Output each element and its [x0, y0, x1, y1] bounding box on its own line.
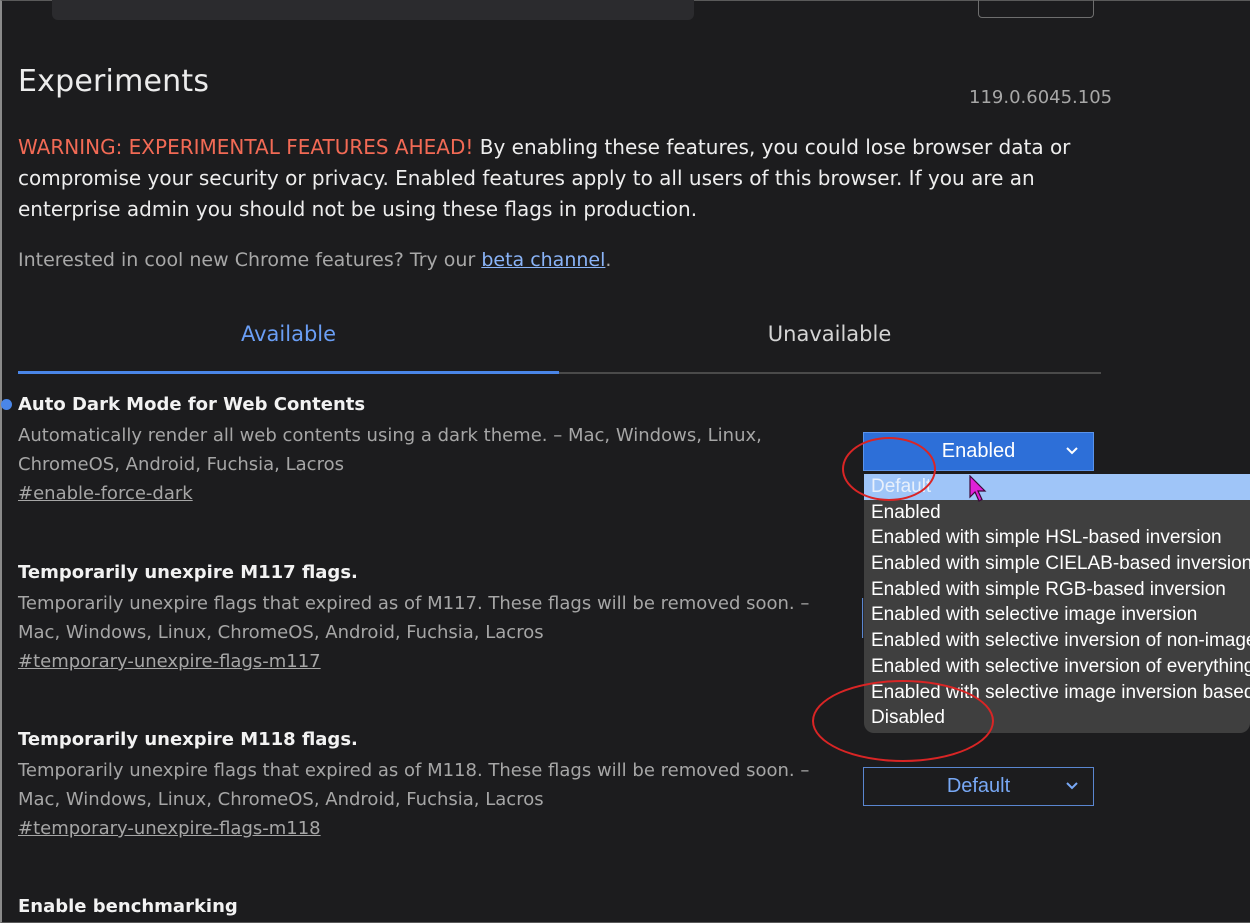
tab-active-indicator — [18, 371, 559, 374]
flag-unexpire-m118: Temporarily unexpire M118 flags. Tempora… — [18, 729, 848, 839]
dropdown-option[interactable]: Enabled with simple HSL-based inversion — [864, 525, 1250, 551]
dropdown-option[interactable]: Enabled with selective inversion of non-… — [864, 628, 1250, 654]
annotation-circle — [812, 680, 994, 762]
flag-description: Temporarily unexpire flags that expired … — [18, 593, 810, 643]
flag-link[interactable]: #temporary-unexpire-flags-m118 — [18, 818, 848, 839]
flag-link[interactable]: #temporary-unexpire-flags-m117 — [18, 651, 848, 672]
version-label: 119.0.6045.105 — [969, 87, 1113, 108]
tab-available[interactable]: Available — [18, 322, 559, 346]
reset-all-button[interactable] — [978, 0, 1094, 18]
modified-indicator-dot — [1, 399, 12, 410]
dropdown-option[interactable]: Enabled with simple RGB-based inversion — [864, 577, 1250, 603]
search-flags-input[interactable] — [52, 0, 694, 20]
promo-suffix: . — [605, 249, 612, 271]
flag-title: Auto Dark Mode for Web Contents — [18, 394, 366, 415]
beta-channel-link[interactable]: beta channel — [481, 249, 605, 271]
annotation-circle — [842, 437, 936, 501]
tab-unavailable[interactable]: Unavailable — [559, 322, 1100, 346]
select-value: Default — [946, 775, 1011, 797]
dropdown-option[interactable]: Enabled with selective image inversion — [864, 602, 1250, 628]
flag-unexpire-m117: Temporarily unexpire M117 flags. Tempora… — [18, 562, 848, 672]
flag-title: Temporarily unexpire M118 flags. — [18, 729, 358, 750]
flag-link[interactable]: #enable-force-dark — [18, 483, 848, 504]
flag-description: Automatically render all web contents us… — [18, 425, 762, 475]
promo-text: Interested in cool new Chrome features? … — [18, 249, 611, 271]
select-value: Enabled — [941, 440, 1016, 462]
flag-description: Temporarily unexpire flags that expired … — [18, 760, 810, 810]
dropdown-option[interactable]: Enabled — [864, 500, 1250, 526]
dropdown-option[interactable]: Enabled with selective inversion of ever… — [864, 654, 1250, 680]
flag-title: Enable benchmarking — [18, 896, 238, 917]
warning-label: WARNING: EXPERIMENTAL FEATURES AHEAD! — [18, 135, 474, 159]
m118-select[interactable]: Default — [863, 767, 1094, 806]
chevron-down-icon — [1065, 768, 1079, 819]
page-title: Experiments — [18, 64, 210, 99]
warning-text: WARNING: EXPERIMENTAL FEATURES AHEAD! By… — [18, 132, 1093, 225]
flag-auto-dark-mode: Auto Dark Mode for Web Contents Automati… — [18, 394, 848, 504]
tab-bar: Available Unavailable — [18, 314, 1101, 374]
promo-prefix: Interested in cool new Chrome features? … — [18, 249, 482, 271]
dropdown-option[interactable]: Enabled with simple CIELAB-based inversi… — [864, 551, 1250, 577]
mouse-pointer-icon — [969, 474, 989, 507]
flag-title: Temporarily unexpire M117 flags. — [18, 562, 358, 583]
flag-enable-benchmarking: Enable benchmarking — [18, 896, 848, 917]
